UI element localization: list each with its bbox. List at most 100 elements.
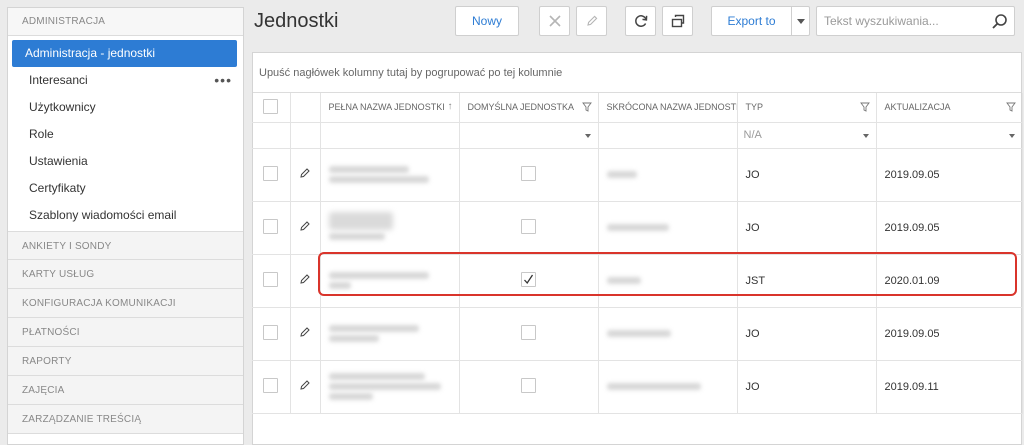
sidebar-item-uzytkownicy[interactable]: Użytkownicy	[12, 94, 237, 121]
table-row[interactable]: JO 2019.09.05	[252, 307, 1023, 361]
sidebar-item-label: Interesanci	[29, 73, 88, 87]
cell-short-name-redacted	[598, 360, 738, 414]
row-select-cell	[252, 360, 291, 414]
row-select-checkbox[interactable]	[263, 324, 279, 340]
default-unit-checkbox[interactable]	[521, 377, 536, 393]
sidebar-item-role[interactable]: Role	[12, 121, 237, 148]
column-header-full-name[interactable]: PEŁNA NAZWA JEDNOSTKI ↑	[320, 93, 460, 123]
sidebar-category-zajecia[interactable]: ZAJĘCIA	[8, 376, 243, 405]
row-select-cell	[252, 201, 291, 255]
cell-full-name-redacted	[320, 201, 460, 255]
column-chooser-button[interactable]	[662, 6, 693, 36]
table-row[interactable]: JO 2019.09.11	[252, 360, 1023, 414]
filter-cell-default-unit[interactable]	[459, 122, 599, 149]
cell-updated: 2019.09.11	[876, 360, 1023, 414]
dropdown-arrow-icon[interactable]	[584, 133, 591, 138]
refresh-button[interactable]	[625, 6, 656, 36]
pencil-icon[interactable]	[299, 220, 311, 232]
more-horizontal-icon[interactable]: •••	[214, 67, 232, 94]
column-header-default-unit[interactable]: DOMYŚLNA JEDNOSTKA	[459, 93, 599, 123]
new-button-label: Nowy	[471, 14, 502, 28]
filter-cell-short-name[interactable]	[598, 122, 738, 149]
sidebar-item-label: Certyfikaty	[29, 181, 86, 195]
filter-value: N/A	[743, 129, 762, 141]
cell-short-name-redacted	[598, 254, 738, 308]
filter-cell-empty	[290, 122, 321, 149]
edit-button[interactable]	[576, 6, 607, 36]
column-header-label: SKRÓCONA NAZWA JEDNOSTKI	[606, 102, 737, 113]
column-header-updated[interactable]: AKTUALIZACJA	[876, 93, 1023, 123]
filter-cell-updated[interactable]	[876, 122, 1023, 149]
row-select-cell	[252, 148, 291, 202]
sidebar-item-ustawienia[interactable]: Ustawienia	[12, 148, 237, 175]
export-dropdown-button[interactable]	[791, 6, 810, 36]
cell-updated: 2019.09.05	[876, 307, 1023, 361]
select-all-checkbox[interactable]	[263, 98, 279, 114]
sidebar-category-karty-uslug[interactable]: KARTY USŁUG	[8, 260, 243, 289]
filter-cell-empty	[252, 122, 291, 149]
sidebar-items: Administracja - jednostki Interesanci •••…	[8, 36, 243, 231]
filter-cell-full-name[interactable]	[320, 122, 460, 149]
filter-icon[interactable]	[859, 102, 870, 112]
dropdown-arrow-icon[interactable]	[1008, 133, 1015, 138]
table-row[interactable]: JO 2019.09.05	[252, 201, 1023, 255]
cell-short-name-redacted	[598, 307, 738, 361]
sidebar-item-label: Szablony wiadomości email	[29, 208, 177, 222]
pencil-icon	[586, 15, 597, 26]
new-button[interactable]: Nowy	[455, 6, 519, 36]
row-select-checkbox[interactable]	[263, 218, 279, 234]
sidebar-item-label: Role	[29, 127, 54, 141]
row-select-checkbox[interactable]	[263, 377, 279, 393]
filter-icon[interactable]	[1005, 102, 1016, 112]
sidebar-section-administracja[interactable]: ADMINISTRACJA	[8, 8, 243, 36]
pencil-icon[interactable]	[299, 167, 311, 179]
sort-ascending-icon[interactable]: ↑	[448, 101, 453, 112]
sidebar-item-administracja-jednostki[interactable]: Administracja - jednostki	[12, 40, 237, 67]
column-header-short-name[interactable]: SKRÓCONA NAZWA JEDNOSTKI	[598, 93, 738, 123]
default-unit-checkbox[interactable]	[521, 165, 536, 181]
pencil-icon[interactable]	[299, 273, 311, 285]
cell-type: JST	[737, 254, 877, 308]
search-icon[interactable]	[991, 13, 1008, 30]
data-grid: Upuść nagłówek kolumny tutaj by pogrupow…	[252, 52, 1023, 445]
pencil-icon[interactable]	[299, 379, 311, 391]
caret-down-icon	[796, 18, 805, 24]
filter-cell-type[interactable]: N/A	[737, 122, 877, 149]
sidebar-item-certyfikaty[interactable]: Certyfikaty	[12, 175, 237, 202]
default-unit-checkbox[interactable]	[521, 324, 536, 340]
select-all-header	[252, 93, 291, 123]
sidebar-category-platnosci[interactable]: PŁATNOŚCI	[8, 318, 243, 347]
sidebar-category-zarzadzanie[interactable]: ZARZĄDZANIE TREŚCIĄ	[8, 405, 243, 434]
column-header-type[interactable]: TYP	[737, 93, 877, 123]
row-select-checkbox[interactable]	[263, 271, 279, 287]
cell-full-name-redacted	[320, 148, 460, 202]
cell-short-name-redacted	[598, 201, 738, 255]
export-button[interactable]: Export to	[711, 6, 792, 36]
filter-icon[interactable]	[581, 102, 592, 112]
sidebar-category-konfiguracja[interactable]: KONFIGURACJA KOMUNIKACJI	[8, 289, 243, 318]
delete-button[interactable]	[539, 6, 570, 36]
cell-updated: 2020.01.09	[876, 254, 1023, 308]
sidebar-item-label: Administracja - jednostki	[25, 46, 156, 60]
column-header-label: PEŁNA NAZWA JEDNOSTKI	[328, 102, 445, 113]
sidebar-item-szablony[interactable]: Szablony wiadomości email	[12, 202, 237, 229]
table-row[interactable]: JO 2019.09.05	[252, 148, 1023, 202]
cell-type: JO	[737, 148, 877, 202]
search-box	[816, 6, 1015, 36]
sidebar-category-ankiety[interactable]: ANKIETY I SONDY	[8, 231, 243, 260]
sidebar-item-label: Ustawienia	[29, 154, 88, 168]
group-panel[interactable]: Upuść nagłówek kolumny tutaj by pogrupow…	[253, 53, 1021, 93]
pencil-icon[interactable]	[299, 326, 311, 338]
page-title: Jednostki	[254, 10, 339, 32]
cell-default-unit	[459, 360, 599, 414]
cell-default-unit	[459, 201, 599, 255]
sidebar-category-raporty[interactable]: RAPORTY	[8, 347, 243, 376]
row-select-checkbox[interactable]	[263, 165, 279, 181]
default-unit-checkbox-checked[interactable]	[521, 271, 536, 287]
sidebar-item-interesanci[interactable]: Interesanci •••	[12, 67, 237, 94]
table-row-highlighted[interactable]: JST 2020.01.09	[252, 254, 1023, 308]
search-input[interactable]	[817, 7, 987, 35]
default-unit-checkbox[interactable]	[521, 218, 536, 234]
dropdown-arrow-icon[interactable]	[862, 133, 869, 138]
cell-type: JO	[737, 201, 877, 255]
